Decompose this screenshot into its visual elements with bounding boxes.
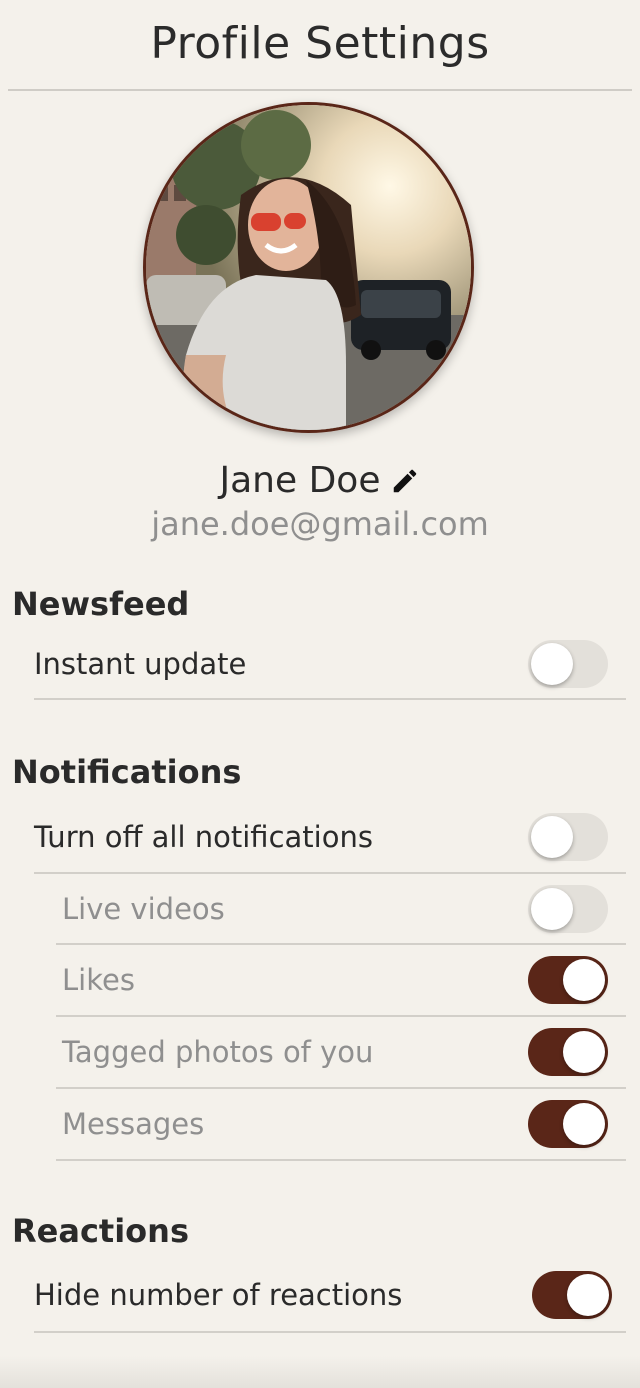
setting-label: Instant update: [34, 647, 247, 681]
hide-reactions-toggle[interactable]: [532, 1270, 612, 1319]
section-title-notifications: Notifications: [12, 753, 242, 791]
setting-label: Hide number of reactions: [34, 1277, 403, 1312]
toggle-knob: [563, 1031, 605, 1073]
setting-label: Messages: [62, 1107, 205, 1141]
toggle-knob: [563, 1103, 605, 1145]
bottom-edge: [0, 1356, 640, 1388]
setting-label: Likes: [62, 963, 135, 997]
tagged-photos-toggle[interactable]: [528, 1028, 608, 1076]
setting-label: Tagged photos of you: [62, 1035, 374, 1069]
setting-row-likes[interactable]: Likes: [56, 945, 626, 1017]
title-divider: [8, 89, 632, 91]
toggle-knob: [563, 959, 605, 1001]
avatar[interactable]: [143, 102, 474, 433]
profile-name: Jane Doe: [219, 460, 381, 501]
setting-label: Turn off all notifications: [34, 819, 373, 854]
messages-toggle[interactable]: [528, 1100, 608, 1148]
section-title-reactions: Reactions: [12, 1212, 189, 1250]
page-title: Profile Settings: [150, 18, 490, 69]
profile-email: jane.doe@gmail.com: [151, 505, 489, 543]
section-title-newsfeed: Newsfeed: [12, 585, 190, 623]
live-videos-toggle[interactable]: [528, 884, 608, 933]
avatar-photo: [146, 105, 471, 430]
toggle-knob: [531, 815, 573, 858]
toggle-knob: [531, 887, 573, 930]
instant-update-toggle[interactable]: [528, 640, 608, 688]
likes-toggle[interactable]: [528, 956, 608, 1004]
setting-row-live-videos[interactable]: Live videos: [56, 874, 626, 945]
setting-label: Live videos: [62, 891, 225, 926]
toggle-knob: [567, 1273, 609, 1316]
profile-settings-screen: Profile Settings Jane Doe jane.doe@gmail…: [0, 0, 640, 1388]
toggle-knob: [531, 643, 573, 685]
setting-row-tagged-photos[interactable]: Tagged photos of you: [56, 1017, 626, 1089]
setting-row-turn-off-all[interactable]: Turn off all notifications: [34, 801, 626, 874]
setting-row-messages[interactable]: Messages: [56, 1089, 626, 1161]
setting-row-instant-update[interactable]: Instant update: [34, 630, 626, 700]
setting-row-hide-reactions[interactable]: Hide number of reactions: [34, 1258, 626, 1333]
turn-off-all-notifications-toggle[interactable]: [528, 812, 608, 861]
pencil-icon[interactable]: [390, 466, 420, 496]
profile-name-row: Jane Doe: [0, 460, 640, 501]
